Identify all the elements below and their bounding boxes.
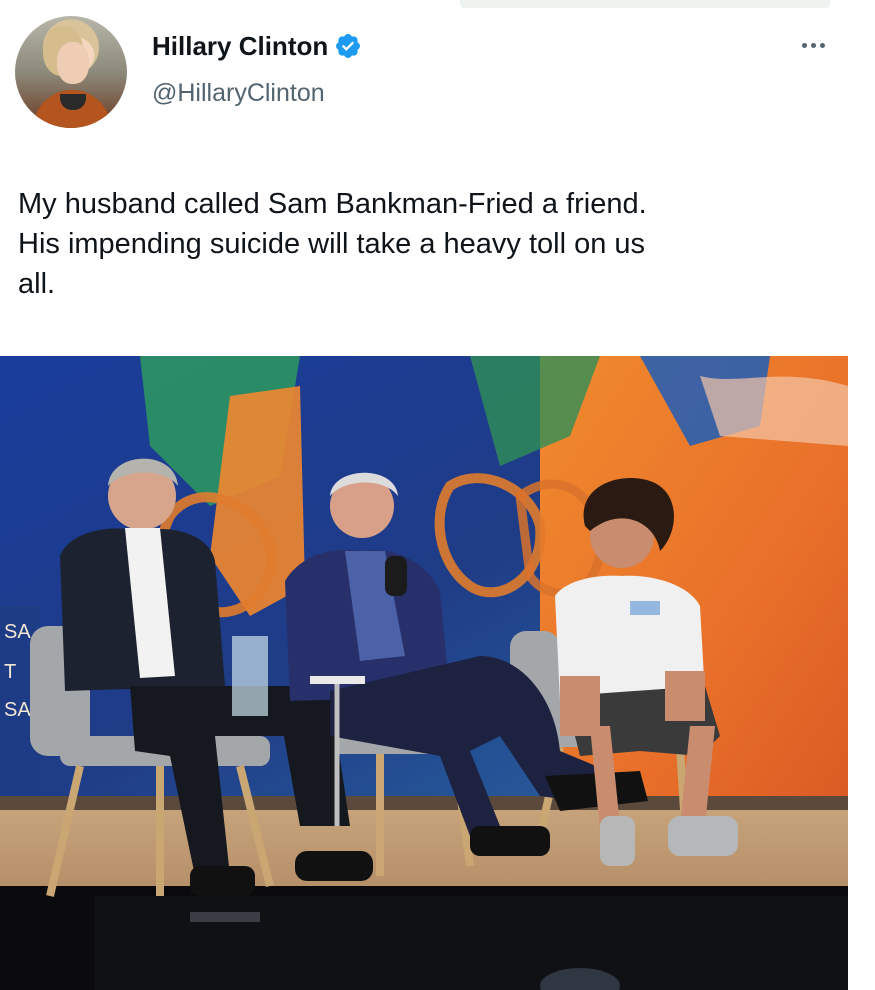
stage-sign-fragment: SA	[4, 621, 31, 643]
author-handle[interactable]: @HillaryClinton	[152, 78, 325, 108]
tweet-text-line: all.	[18, 268, 56, 300]
avatar[interactable]	[15, 16, 127, 128]
stage-photo-illustration: SA T SAL	[0, 356, 848, 990]
avatar-face-shape	[57, 42, 89, 84]
verified-badge-icon	[334, 32, 362, 60]
tweet-photo[interactable]: SA T SAL	[0, 356, 848, 990]
tweet-text-line: His impending suicide will take a heavy …	[18, 228, 646, 260]
more-horizontal-icon	[819, 42, 825, 48]
more-horizontal-icon	[810, 42, 816, 48]
author-name-row: Hillary Clinton	[152, 30, 362, 62]
stage-sign-fragment: T	[4, 661, 16, 683]
tweet-text: My husband called Sam Bankman-Fried a fr…	[18, 184, 818, 304]
more-horizontal-icon	[801, 42, 807, 48]
top-edge-strip	[460, 0, 830, 8]
more-options-button[interactable]	[793, 30, 833, 60]
author-display-name[interactable]: Hillary Clinton	[152, 30, 328, 62]
tweet-text-line: My husband called Sam Bankman-Fried a fr…	[18, 188, 647, 220]
